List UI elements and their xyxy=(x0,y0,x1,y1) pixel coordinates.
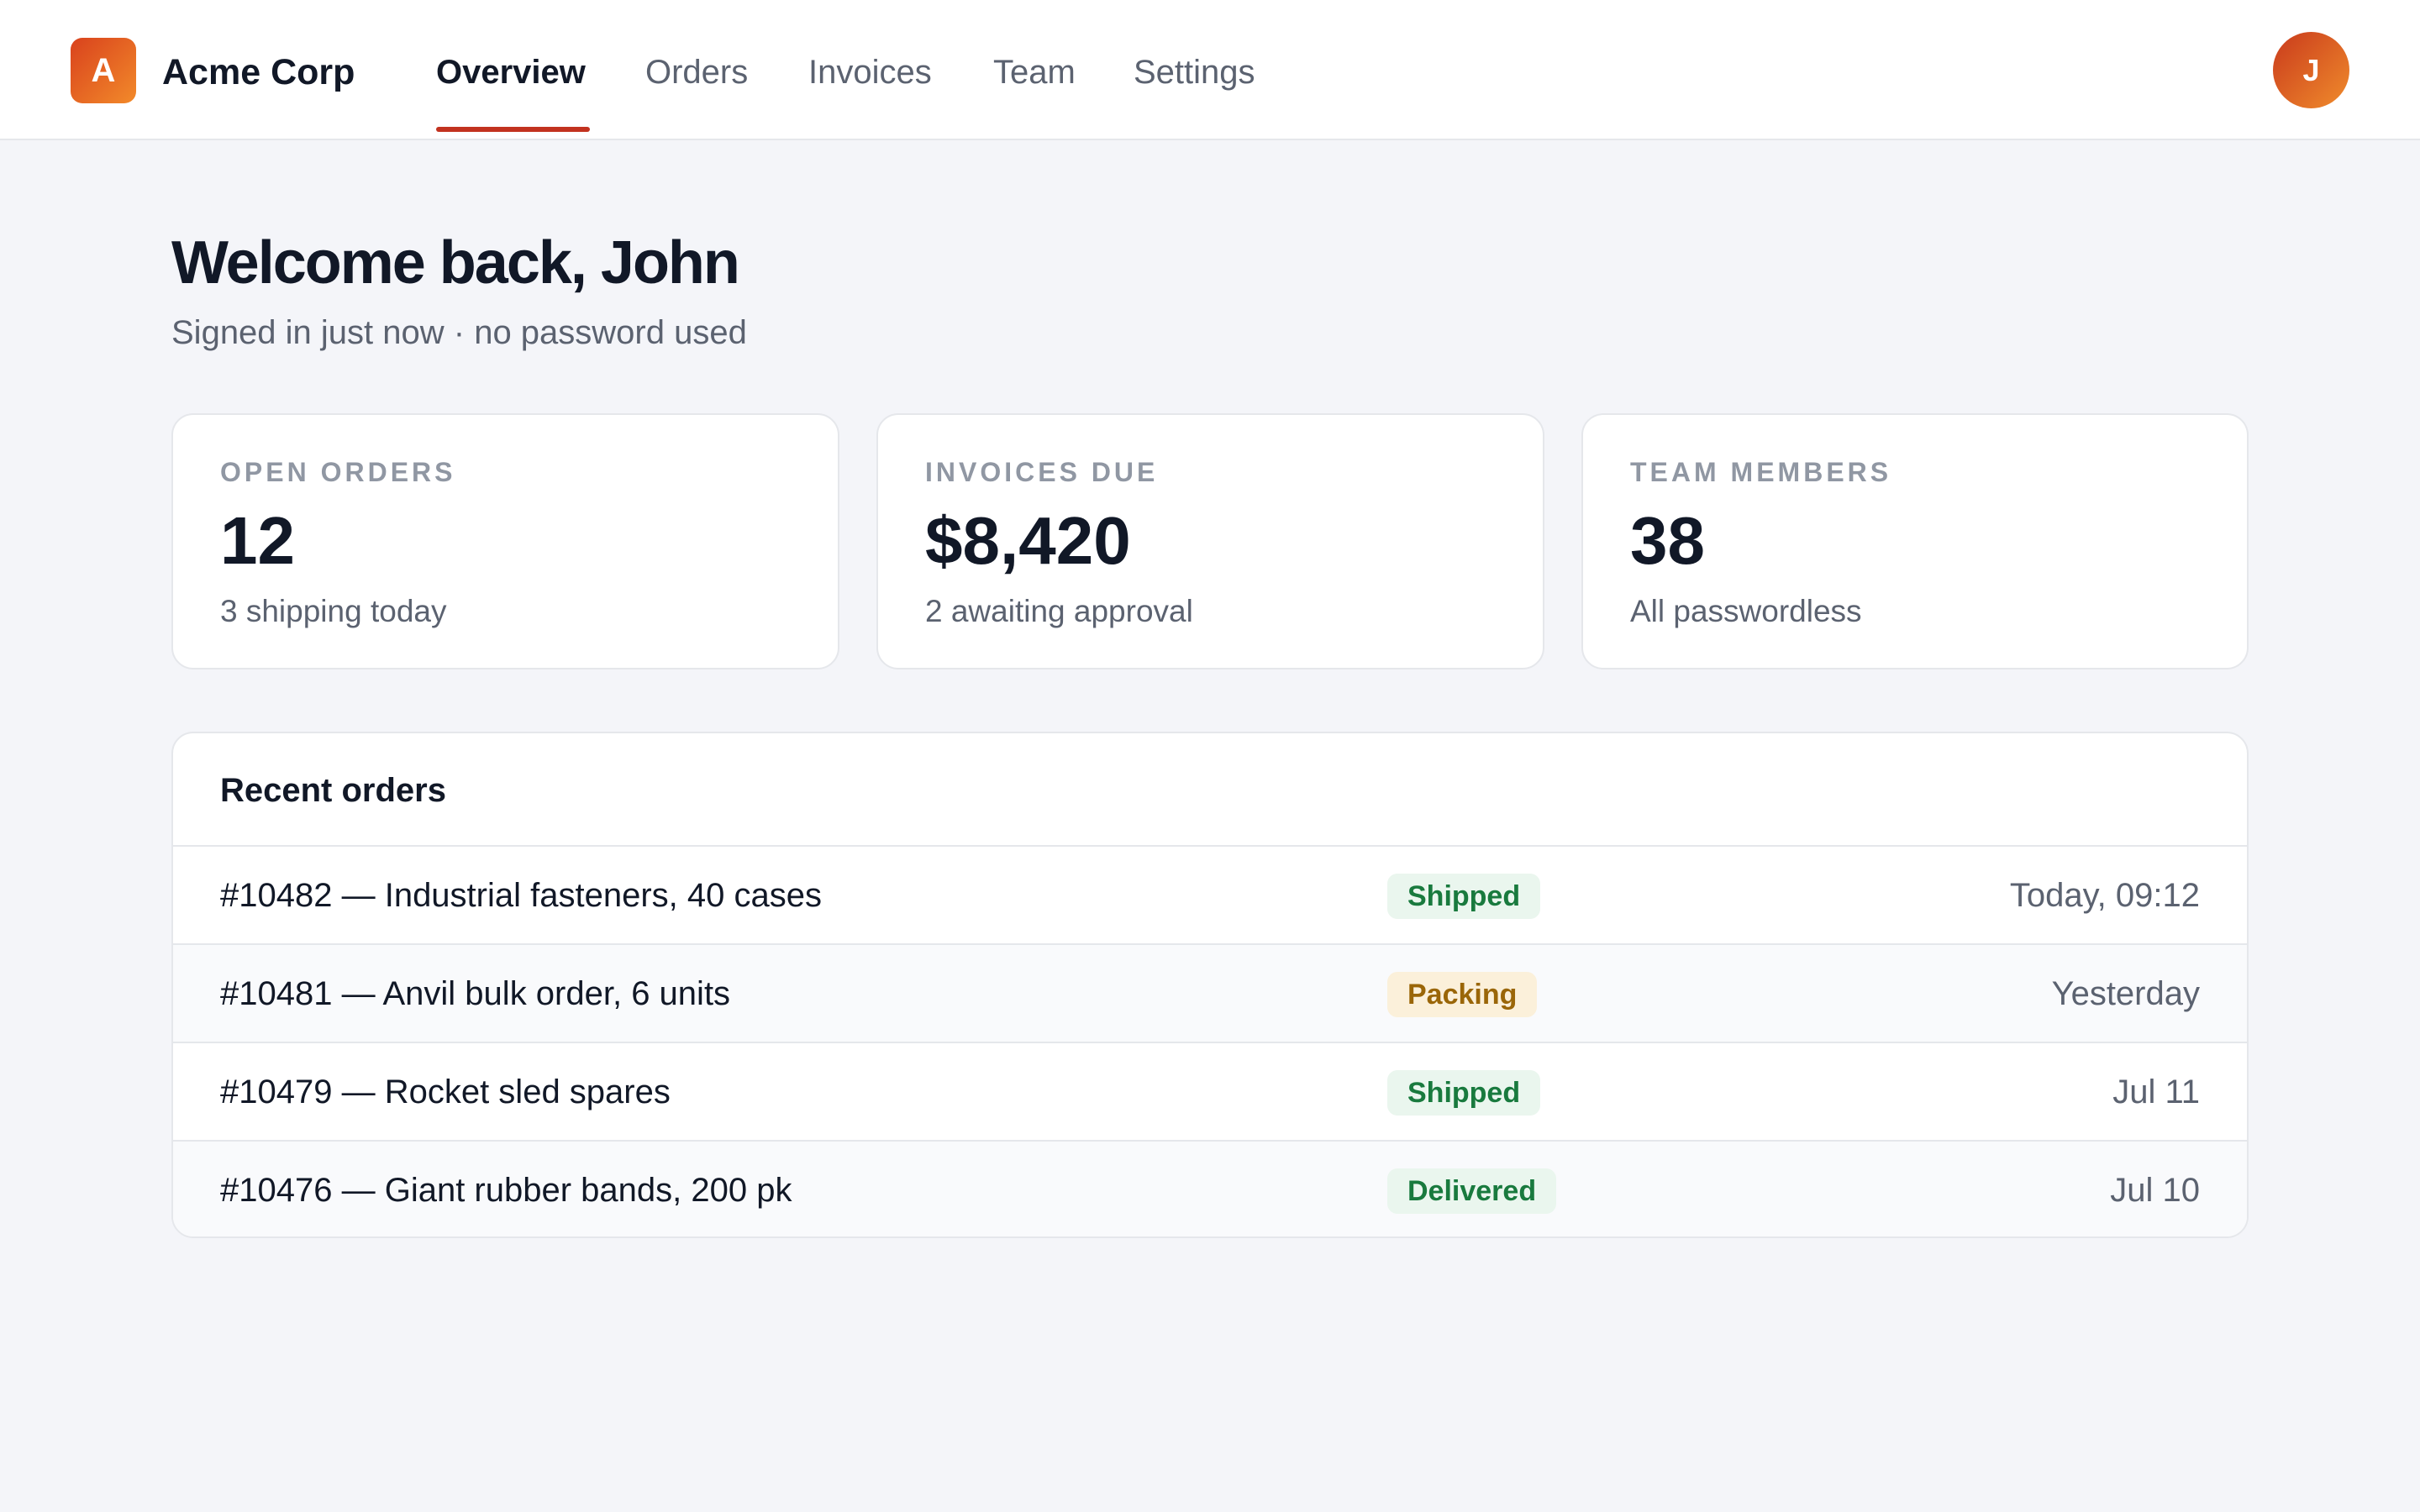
page-title: Welcome back, John xyxy=(171,229,740,297)
order-description: #10479 — Rocket sled spares xyxy=(220,1074,671,1110)
recent-orders-panel: Recent orders #10482 — Industrial fasten… xyxy=(171,732,2249,1238)
stat-card-open-orders: OPEN ORDERS 12 3 shipping today xyxy=(171,413,839,669)
stat-value: 38 xyxy=(1630,503,1705,578)
order-date: Jul 10 xyxy=(2110,1172,2200,1209)
order-row[interactable]: #10481 — Anvil bulk order, 6 units Packi… xyxy=(173,945,2247,1043)
stat-value: 12 xyxy=(220,503,295,578)
order-row[interactable]: #10476 — Giant rubber bands, 200 pk Deli… xyxy=(173,1142,2247,1236)
stat-card-invoices-due: INVOICES DUE $8,420 2 awaiting approval xyxy=(876,413,1544,669)
stat-note: 3 shipping today xyxy=(220,594,447,628)
tab-invoices[interactable]: Invoices xyxy=(808,49,932,96)
tab-orders[interactable]: Orders xyxy=(645,49,748,96)
order-description: #10476 — Giant rubber bands, 200 pk xyxy=(220,1172,792,1209)
stat-label: TEAM MEMBERS xyxy=(1630,457,1892,487)
status-badge: Shipped xyxy=(1387,874,1541,919)
order-row[interactable]: #10482 — Industrial fasteners, 40 cases … xyxy=(173,847,2247,945)
brand-name[interactable]: Acme Corp xyxy=(162,49,355,96)
tab-team[interactable]: Team xyxy=(993,49,1076,96)
stat-label: INVOICES DUE xyxy=(925,457,1159,487)
status-badge: Packing xyxy=(1387,972,1538,1017)
order-date: Today, 09:12 xyxy=(2009,877,2200,914)
status-badge: Shipped xyxy=(1387,1070,1541,1116)
order-description: #10481 — Anvil bulk order, 6 units xyxy=(220,975,731,1012)
tab-overview[interactable]: Overview xyxy=(436,49,586,96)
active-tab-indicator xyxy=(436,127,590,132)
acme-logo[interactable]: A xyxy=(71,38,136,103)
stat-note: 2 awaiting approval xyxy=(925,594,1193,628)
order-description: #10482 — Industrial fasteners, 40 cases xyxy=(220,877,822,914)
stat-value: $8,420 xyxy=(925,503,1131,578)
top-navigation-bar: A Acme Corp Overview Orders Invoices Tea… xyxy=(0,0,2420,140)
stat-label: OPEN ORDERS xyxy=(220,457,456,487)
status-badge: Delivered xyxy=(1387,1168,1557,1214)
page-subtitle: Signed in just now · no password used xyxy=(171,314,747,351)
order-date: Jul 11 xyxy=(2112,1074,2200,1110)
recent-orders-header: Recent orders xyxy=(173,733,2247,847)
tab-settings[interactable]: Settings xyxy=(1134,49,1255,96)
recent-orders-title: Recent orders xyxy=(220,772,446,809)
user-avatar[interactable]: J xyxy=(2273,32,2349,108)
order-date: Yesterday xyxy=(2051,975,2200,1012)
order-row[interactable]: #10479 — Rocket sled spares Shipped Jul … xyxy=(173,1043,2247,1142)
stat-card-team-members: TEAM MEMBERS 38 All passwordless xyxy=(1581,413,2249,669)
stat-note: All passwordless xyxy=(1630,594,1862,628)
